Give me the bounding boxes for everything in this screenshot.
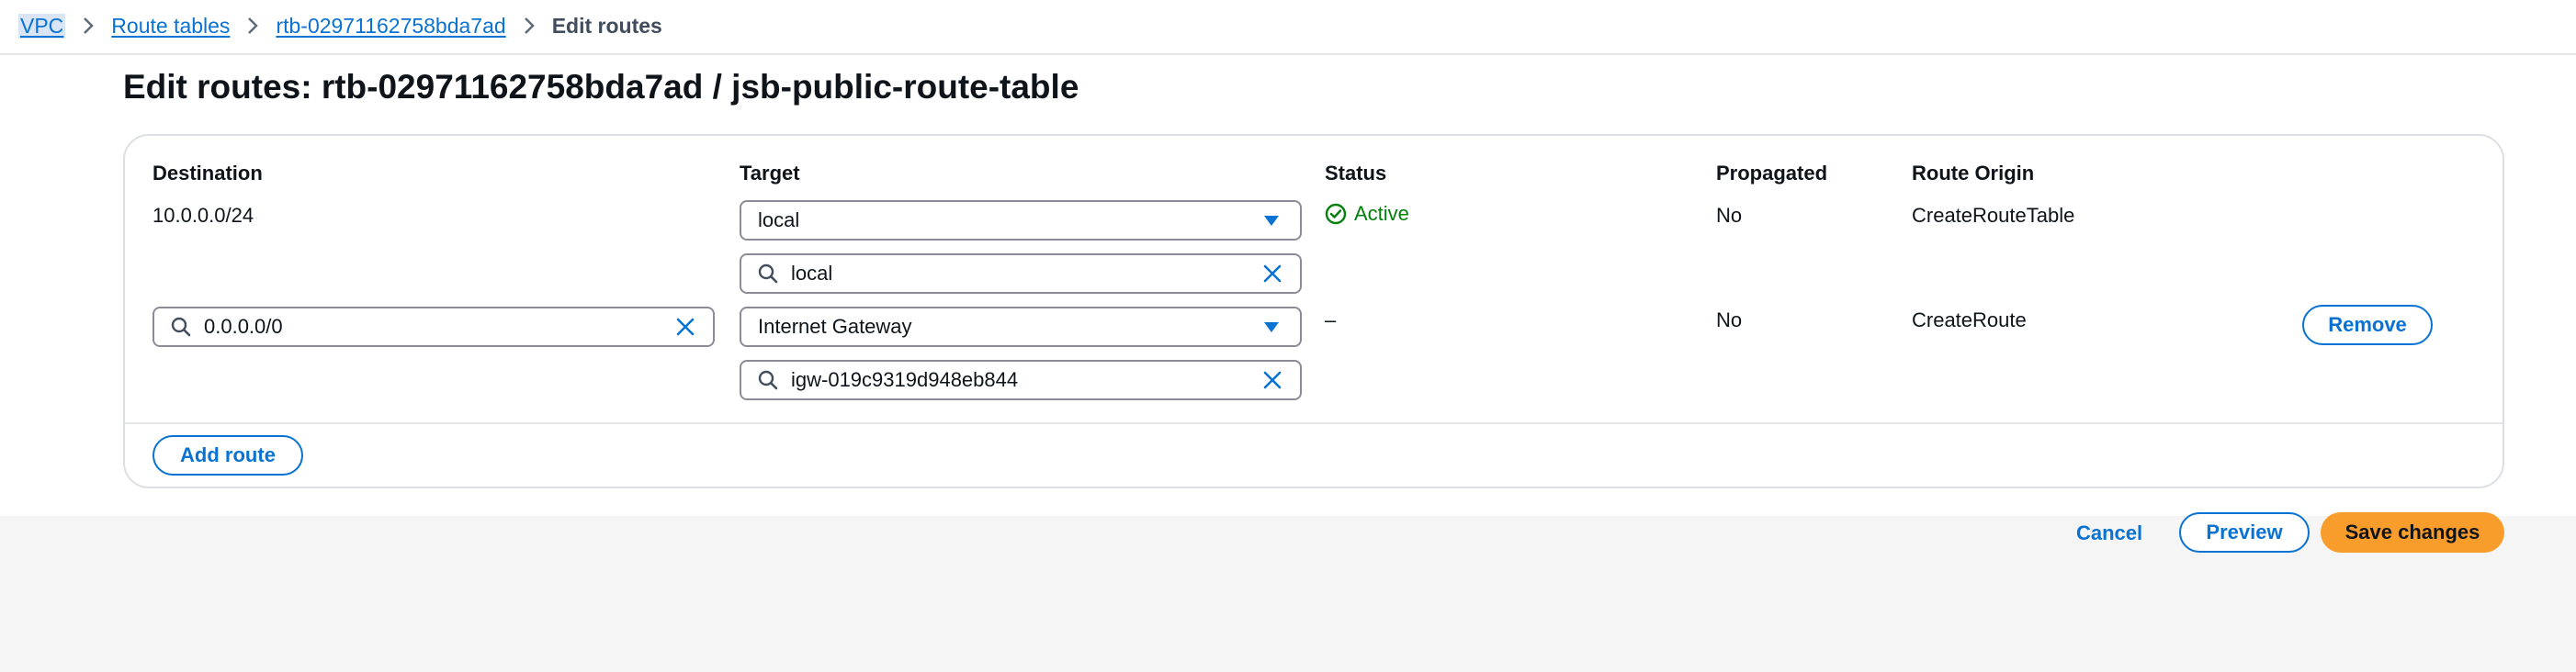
col-header-target: Target: [740, 162, 800, 185]
route-1-destination: 10.0.0.0/24: [153, 204, 254, 227]
chevron-right-icon: [506, 16, 552, 36]
route-1-target-type-select[interactable]: local: [740, 200, 1302, 241]
preview-button[interactable]: Preview: [2179, 512, 2310, 553]
route-2-target-value: igw-019c9319d948eb844: [791, 368, 1019, 391]
card-divider: [125, 422, 2503, 424]
add-route-button[interactable]: Add route: [153, 435, 303, 476]
route-2-target-type-select[interactable]: Internet Gateway: [740, 307, 1302, 347]
col-header-destination: Destination: [153, 162, 263, 185]
clear-x-icon[interactable]: [1261, 370, 1283, 390]
caret-down-icon: [1261, 320, 1282, 333]
search-icon: [758, 263, 778, 284]
save-changes-button[interactable]: Save changes: [2321, 512, 2504, 553]
route-2-target-search-input[interactable]: igw-019c9319d948eb844: [740, 360, 1302, 400]
route-1-status: Active: [1325, 202, 1409, 226]
chevron-right-icon: [230, 16, 276, 36]
clear-x-icon[interactable]: [674, 317, 696, 337]
route-1-route-origin: CreateRouteTable: [1912, 204, 2075, 227]
search-icon: [171, 317, 191, 337]
col-header-propagated: Propagated: [1716, 162, 1828, 185]
route-2-route-origin: CreateRoute: [1912, 308, 2027, 331]
route-1-status-text: Active: [1354, 202, 1409, 225]
remove-route-button[interactable]: Remove: [2302, 305, 2433, 345]
breadcrumb: VPC Route tables rtb-02971162758bda7ad E…: [18, 7, 662, 44]
routes-card: Destination Target Status Propagated Rou…: [123, 134, 2504, 488]
breadcrumb-vpc[interactable]: VPC: [18, 13, 66, 39]
header-divider: [0, 53, 2576, 55]
search-icon: [758, 370, 778, 390]
breadcrumb-current: Edit routes: [551, 13, 662, 38]
check-circle-icon: [1325, 203, 1347, 225]
breadcrumb-route-table-id[interactable]: rtb-02971162758bda7ad: [276, 14, 505, 39]
clear-x-icon[interactable]: [1261, 263, 1283, 284]
cancel-button[interactable]: Cancel: [2076, 521, 2142, 545]
chevron-right-icon: [65, 16, 111, 36]
col-header-status: Status: [1325, 162, 1387, 185]
route-1-target-value: local: [791, 262, 833, 285]
breadcrumb-route-tables[interactable]: Route tables: [111, 14, 230, 39]
col-header-route-origin: Route Origin: [1912, 162, 2035, 185]
route-2-destination-value: 0.0.0.0/0: [204, 315, 283, 338]
route-2-propagated: No: [1716, 308, 1743, 331]
route-1-propagated: No: [1716, 204, 1743, 227]
route-1-target-search-input[interactable]: local: [740, 253, 1302, 294]
route-1-target-type-value: local: [758, 208, 800, 231]
page-title: Edit routes: rtb-02971162758bda7ad / jsb…: [123, 68, 1079, 106]
route-2-destination-input[interactable]: 0.0.0.0/0: [153, 307, 715, 347]
caret-down-icon: [1261, 214, 1282, 227]
route-2-status: –: [1325, 308, 1337, 331]
route-2-target-type-value: Internet Gateway: [758, 315, 912, 338]
